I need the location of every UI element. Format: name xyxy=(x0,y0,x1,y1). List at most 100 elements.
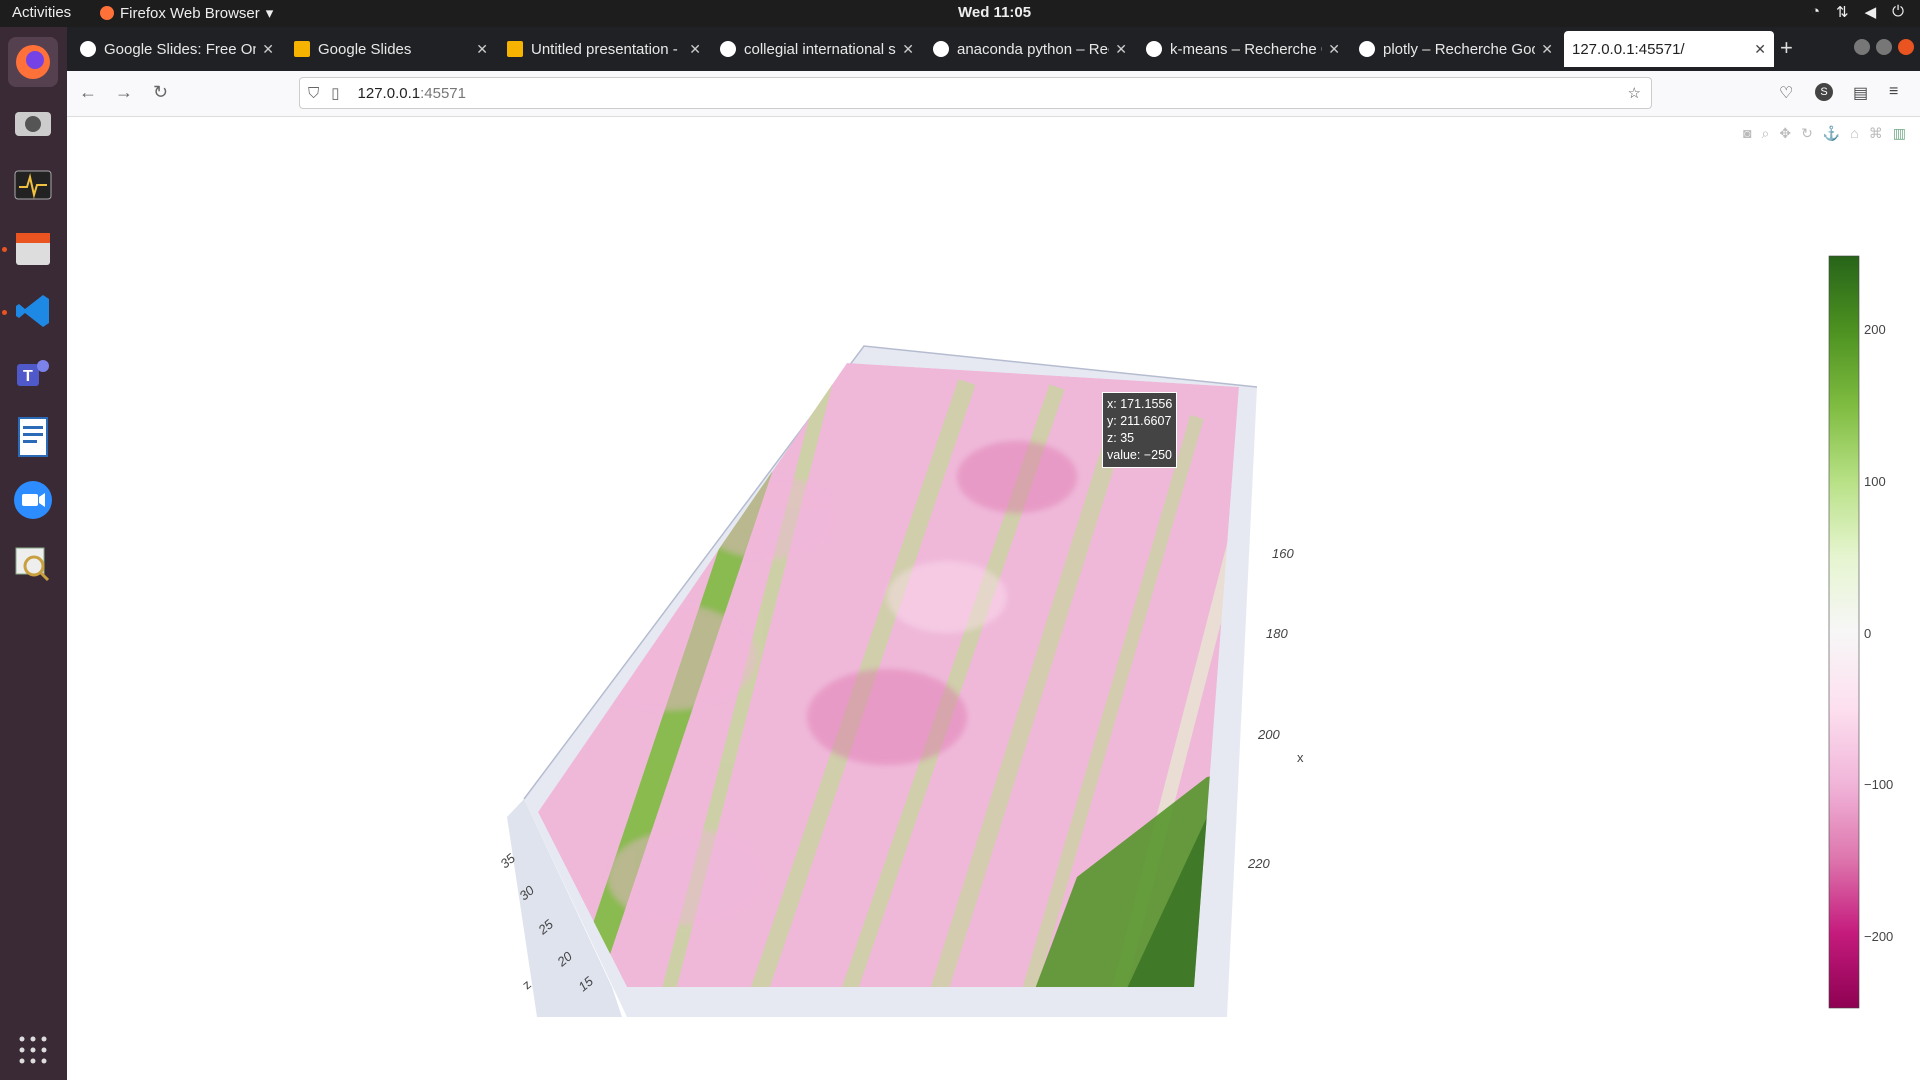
svg-text:T: T xyxy=(23,368,33,385)
shield-icon[interactable]: ⛉ xyxy=(308,85,319,102)
tab-strip: Google Slides: Free Onl ✕ Google Slides … xyxy=(67,27,1920,71)
volume-patch xyxy=(957,441,1077,513)
x-axis: 160 180 200 220 x xyxy=(1247,546,1304,871)
bookmark-star-icon[interactable]: ☆ xyxy=(1628,84,1641,102)
google-g-icon xyxy=(933,41,949,57)
google-g-icon xyxy=(720,41,736,57)
camera-icon[interactable] xyxy=(8,97,58,147)
tab-label: Untitled presentation - xyxy=(531,40,678,58)
volume-patch xyxy=(607,829,767,925)
x-tick-label: 180 xyxy=(1266,626,1288,641)
image-viewer-graphic xyxy=(15,547,50,582)
close-tab-icon[interactable]: ✕ xyxy=(1115,41,1127,58)
activities-button[interactable]: Activities xyxy=(12,4,71,21)
zoom-graphic xyxy=(14,481,52,519)
vscode-graphic xyxy=(16,295,49,327)
maximize-button[interactable] xyxy=(1876,39,1892,55)
volume-patch xyxy=(887,561,1007,633)
network-icon: ⇅ xyxy=(1836,4,1849,21)
close-tab-icon[interactable]: ✕ xyxy=(262,41,274,58)
close-tab-icon[interactable]: ✕ xyxy=(1754,41,1766,58)
menu-icon[interactable]: ≡ xyxy=(1889,83,1898,101)
volume-icon: ◀ xyxy=(1864,4,1877,21)
tab-google-slides-free[interactable]: Google Slides: Free Onl ✕ xyxy=(72,31,282,67)
url-host: 127.0.0.1 xyxy=(357,84,421,102)
slides-icon xyxy=(294,41,310,57)
file-manager-icon[interactable] xyxy=(8,223,58,273)
url-bar[interactable]: ⛉ ▯ 127.0.0.1 :45571 ☆ xyxy=(299,77,1652,109)
minimize-button[interactable] xyxy=(1854,39,1870,55)
x-tick-label: 200 xyxy=(1257,727,1280,742)
tab-plotly[interactable]: plotly – Recherche Goo ✕ xyxy=(1351,31,1561,67)
reload-button[interactable]: ↻ xyxy=(153,82,168,103)
close-tab-icon[interactable]: ✕ xyxy=(1541,41,1553,58)
page-icon: ▯ xyxy=(331,85,340,102)
app-menu-label: Firefox Web Browser xyxy=(120,4,260,22)
image-viewer-icon[interactable] xyxy=(8,538,58,588)
clock[interactable]: Wed 11:05 xyxy=(958,4,1031,21)
x-tick-label: 220 xyxy=(1247,856,1270,871)
tab-label: k-means – Recherche G xyxy=(1170,40,1323,58)
camera-graphic xyxy=(15,112,51,136)
volume-patch xyxy=(807,669,967,765)
pocket-icon[interactable]: ♡ xyxy=(1779,83,1793,103)
system-monitor-icon[interactable] xyxy=(8,160,58,210)
tab-localhost[interactable]: 127.0.0.1:45571/ ✕ xyxy=(1564,31,1774,67)
colorbar-tick: −200 xyxy=(1864,929,1893,944)
reader-view-icon[interactable]: ▤ xyxy=(1853,83,1868,103)
tab-google-slides[interactable]: Google Slides ✕ xyxy=(286,31,496,67)
libreoffice-writer-icon[interactable] xyxy=(8,412,58,462)
new-tab-button[interactable]: + xyxy=(1780,35,1793,61)
colorbar[interactable]: 200 100 0 −100 −200 xyxy=(1828,255,1893,1009)
monitor-graphic xyxy=(14,170,52,200)
account-avatar-icon[interactable]: S xyxy=(1815,83,1833,101)
close-tab-icon[interactable]: ✕ xyxy=(689,41,701,58)
grid-graphic xyxy=(19,1036,47,1064)
tab-collegial-international[interactable]: collegial international s ✕ xyxy=(712,31,922,67)
x-axis-title: x xyxy=(1297,750,1304,765)
system-top-bar: Activities Firefox Web Browser ▾ Wed 11:… xyxy=(0,0,1920,27)
wifi-icon: ◔ xyxy=(1810,3,1820,20)
forward-button[interactable]: → xyxy=(115,82,133,103)
firefox-logo xyxy=(16,45,50,79)
tab-label: Google Slides: Free Onl xyxy=(104,40,257,58)
tooltip-y: y: 211.6607 xyxy=(1107,414,1172,428)
colorbar-tick: 0 xyxy=(1864,626,1871,641)
google-g-icon xyxy=(1359,41,1375,57)
tab-k-means[interactable]: k-means – Recherche G ✕ xyxy=(1138,31,1348,67)
system-tray[interactable]: ◔ ⇅ ◀ ⏻ xyxy=(1811,3,1904,21)
firefox-window: Google Slides: Free Onl ✕ Google Slides … xyxy=(67,27,1920,1080)
google-g-icon xyxy=(80,41,96,57)
window-controls xyxy=(1854,39,1914,55)
close-window-button[interactable] xyxy=(1898,39,1914,55)
tab-label: Google Slides xyxy=(318,40,412,58)
hover-tooltip: x: 171.1556 y: 211.6607 z: 35 value: −250 xyxy=(1102,392,1178,468)
dock: T xyxy=(0,27,67,1080)
url-port: :45571 xyxy=(420,84,466,102)
x-tick-label: 160 xyxy=(1272,546,1294,561)
file-manager-graphic xyxy=(16,233,50,265)
writer-graphic xyxy=(18,417,48,457)
show-apps-icon[interactable] xyxy=(8,1025,58,1075)
page-content: ◙ ⌕ ✥ ↻ ⚓ ⌂ ⌘ ▥ 160 180 200 220 x 35 30 … xyxy=(67,117,1920,1080)
app-menu[interactable]: Firefox Web Browser ▾ xyxy=(100,4,273,22)
back-button[interactable]: ← xyxy=(79,82,97,103)
vscode-icon[interactable] xyxy=(8,286,58,336)
running-indicator xyxy=(2,310,7,315)
close-tab-icon[interactable]: ✕ xyxy=(476,41,488,58)
tab-anaconda-python[interactable]: anaconda python – Rec ✕ xyxy=(925,31,1135,67)
teams-icon[interactable]: T xyxy=(8,349,58,399)
volume-plot[interactable]: 160 180 200 220 x 35 30 25 20 15 z 200 1… xyxy=(67,117,1920,1080)
close-tab-icon[interactable]: ✕ xyxy=(902,41,914,58)
colorbar-tick: 100 xyxy=(1864,474,1886,489)
navigation-toolbar: ← → ↻ ⛉ ▯ 127.0.0.1 :45571 ☆ ♡ S ▤ ≡ xyxy=(67,71,1920,117)
firefox-icon[interactable] xyxy=(8,37,58,87)
tab-untitled-presentation[interactable]: Untitled presentation - ✕ xyxy=(499,31,709,67)
tab-label: plotly – Recherche Goo xyxy=(1383,40,1536,58)
volume-slab xyxy=(538,363,1239,987)
colorbar-scale xyxy=(1828,255,1860,1009)
zoom-icon[interactable] xyxy=(8,475,58,525)
tooltip-z: z: 35 xyxy=(1107,431,1135,445)
colorbar-tick: 200 xyxy=(1864,322,1886,337)
close-tab-icon[interactable]: ✕ xyxy=(1328,41,1340,58)
